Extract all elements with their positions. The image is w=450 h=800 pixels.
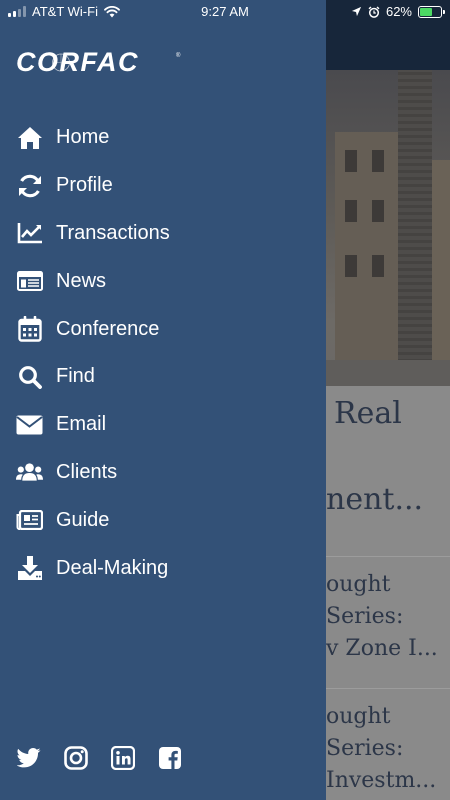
bg-text-line: Series: bbox=[326, 736, 404, 761]
menu-item-label: Transactions bbox=[56, 221, 170, 244]
menu-item-email[interactable]: Email bbox=[0, 401, 326, 449]
menu-item-label: Conference bbox=[56, 317, 160, 340]
menu-item-label: News bbox=[56, 269, 107, 292]
linkedin-icon[interactable] bbox=[110, 745, 135, 770]
menu-item-news[interactable]: News bbox=[0, 257, 326, 305]
battery-percent: 62% bbox=[385, 4, 412, 19]
envelope-icon bbox=[16, 411, 43, 438]
menu-item-transactions[interactable]: Transactions bbox=[0, 210, 326, 258]
location-arrow-icon bbox=[351, 6, 362, 17]
bg-text-line: Investm... bbox=[326, 768, 437, 793]
social-links bbox=[16, 745, 182, 770]
navigation-drawer: CORFAC ® Home Profile Transactions News … bbox=[0, 0, 326, 800]
download-icon bbox=[16, 555, 43, 582]
corfac-logo: CORFAC ® bbox=[16, 48, 181, 76]
guide-icon bbox=[16, 507, 43, 534]
calendar-icon bbox=[16, 316, 43, 343]
menu-item-find[interactable]: Find bbox=[0, 353, 326, 401]
svg-text:CORFAC: CORFAC bbox=[16, 48, 139, 76]
instagram-icon[interactable] bbox=[63, 745, 88, 770]
menu-item-label: Deal-Making bbox=[56, 556, 169, 579]
menu-item-clients[interactable]: Clients bbox=[0, 449, 326, 497]
status-bar: AT&T Wi-Fi 9:27 AM 62% bbox=[0, 0, 450, 24]
bg-text-line: ought bbox=[326, 572, 391, 597]
bg-text-line: nent... bbox=[326, 482, 424, 517]
menu-item-label: Find bbox=[56, 365, 95, 388]
menu-item-label: Guide bbox=[56, 508, 110, 531]
menu-item-deal-making[interactable]: Deal-Making bbox=[0, 544, 326, 592]
search-icon bbox=[16, 363, 43, 390]
svg-text:®: ® bbox=[176, 52, 181, 59]
facebook-icon[interactable] bbox=[157, 745, 182, 770]
bg-text-line: v Zone I... bbox=[326, 636, 438, 661]
twitter-icon[interactable] bbox=[16, 745, 41, 770]
battery-icon bbox=[418, 5, 445, 18]
refresh-icon bbox=[16, 172, 43, 199]
menu-item-label: Home bbox=[56, 126, 110, 149]
menu-item-profile[interactable]: Profile bbox=[0, 162, 326, 210]
menu-item-label: Profile bbox=[56, 174, 113, 197]
home-icon bbox=[16, 124, 43, 151]
menu-item-home[interactable]: Home bbox=[0, 114, 326, 162]
bg-text-line: ought bbox=[326, 704, 391, 729]
bg-text-line: Real bbox=[334, 396, 402, 431]
newspaper-icon bbox=[16, 268, 43, 295]
menu-item-guide[interactable]: Guide bbox=[0, 496, 326, 544]
menu-item-conference[interactable]: Conference bbox=[0, 305, 326, 353]
menu-item-label: Clients bbox=[56, 460, 118, 483]
users-icon bbox=[16, 459, 43, 486]
chart-line-icon bbox=[16, 220, 43, 247]
bg-text-line: Series: bbox=[326, 604, 404, 629]
main-menu: Home Profile Transactions News Conferenc… bbox=[0, 114, 326, 592]
alarm-clock-icon bbox=[368, 5, 380, 18]
menu-item-label: Email bbox=[56, 413, 107, 436]
